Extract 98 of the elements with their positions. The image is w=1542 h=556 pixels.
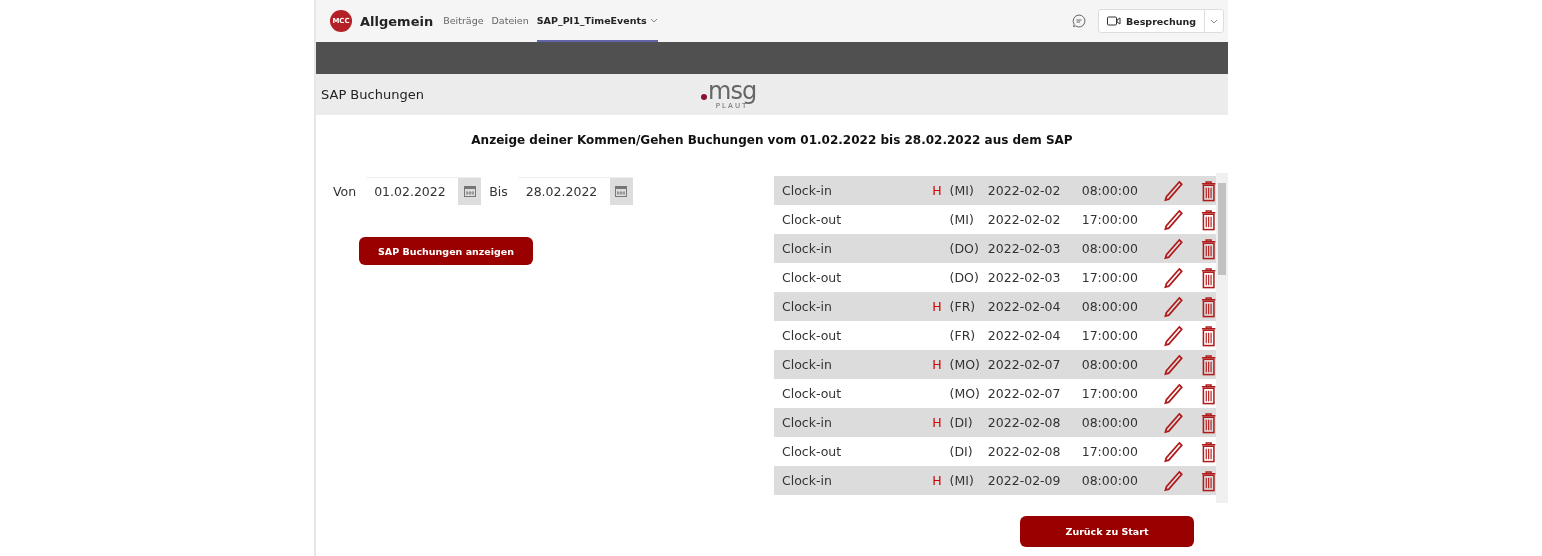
weekday: (DO) <box>949 270 980 285</box>
booking-type: Clock-out <box>781 328 843 343</box>
weekday: (MI) <box>949 212 975 227</box>
booking-type: Clock-in <box>781 357 833 372</box>
pencil-icon[interactable] <box>1163 266 1183 289</box>
trash-icon[interactable] <box>1200 440 1216 463</box>
booking-row[interactable]: Clock-out (MI) 2022-02-02 17:00:00 <box>774 205 1216 234</box>
trash-icon[interactable] <box>1200 411 1216 434</box>
booking-time: 08:00:00 <box>1081 183 1139 198</box>
trash-icon[interactable] <box>1200 179 1216 202</box>
pencil-icon[interactable] <box>1163 179 1183 202</box>
booking-date: 2022-02-02 <box>987 212 1062 227</box>
calendar-icon[interactable] <box>609 178 633 205</box>
trash-icon[interactable] <box>1200 382 1216 405</box>
booking-row[interactable]: Clock-out (MO) 2022-02-07 17:00:00 <box>774 379 1216 408</box>
page-heading: Anzeige deiner Kommen/Gehen Buchungen vom 01.02.2022 bis 28.02.2022 aus dem SAP <box>470 133 1074 147</box>
booking-time: 08:00:00 <box>1081 299 1139 314</box>
trash-icon[interactable] <box>1200 208 1216 231</box>
booking-date: 2022-02-03 <box>987 241 1062 256</box>
pencil-icon[interactable] <box>1163 237 1183 260</box>
weekday: (MO) <box>949 357 981 372</box>
booking-time: 17:00:00 <box>1081 444 1139 459</box>
booking-date: 2022-02-04 <box>987 299 1062 314</box>
pencil-icon[interactable] <box>1163 324 1183 347</box>
trash-icon[interactable] <box>1200 295 1216 318</box>
back-to-start-button[interactable]: Zurück zu Start <box>1020 516 1194 547</box>
booking-time: 08:00:00 <box>1081 415 1139 430</box>
booking-time: 17:00:00 <box>1081 270 1139 285</box>
booking-row[interactable]: Clock-out (FR) 2022-02-04 17:00:00 <box>774 321 1216 350</box>
channel-tab[interactable]: Dateien <box>491 0 529 42</box>
weekday: (DI) <box>949 415 974 430</box>
trash-icon[interactable] <box>1200 353 1216 376</box>
channel-name: Allgemein <box>360 13 434 29</box>
booking-date: 2022-02-07 <box>987 357 1062 372</box>
scrollbar[interactable] <box>1216 173 1228 503</box>
booking-type: Clock-out <box>781 444 843 459</box>
booking-type: Clock-out <box>781 270 843 285</box>
booking-time: 17:00:00 <box>1081 328 1139 343</box>
show-bookings-button[interactable]: SAP Buchungen anzeigen <box>359 237 533 265</box>
pencil-icon[interactable] <box>1163 382 1183 405</box>
holiday-marker: H <box>932 473 942 488</box>
booking-type: Clock-in <box>781 415 833 430</box>
booking-date: 2022-02-09 <box>987 473 1062 488</box>
booking-type: Clock-out <box>781 386 843 401</box>
booking-type: Clock-out <box>781 212 843 227</box>
weekday: (DI) <box>949 444 974 459</box>
booking-type: Clock-in <box>781 183 833 198</box>
holiday-marker: H <box>932 415 942 430</box>
calendar-icon[interactable] <box>458 178 482 205</box>
chat-icon[interactable] <box>1072 14 1086 28</box>
pencil-icon[interactable] <box>1163 440 1183 463</box>
from-label: Von <box>333 183 357 199</box>
weekday: (MO) <box>949 386 981 401</box>
trash-icon[interactable] <box>1200 266 1216 289</box>
booking-row[interactable]: Clock-in (DO) 2022-02-03 08:00:00 <box>774 234 1216 263</box>
meeting-button[interactable]: Besprechung <box>1099 10 1205 32</box>
booking-row[interactable]: Clock-out (DI) 2022-02-08 17:00:00 <box>774 437 1216 466</box>
to-label: Bis <box>489 183 508 199</box>
booking-row[interactable]: Clock-in H (DI) 2022-02-08 08:00:00 <box>774 408 1216 437</box>
booking-time: 17:00:00 <box>1081 212 1139 227</box>
booking-time: 08:00:00 <box>1081 357 1139 372</box>
pencil-icon[interactable] <box>1163 353 1183 376</box>
pencil-icon[interactable] <box>1163 208 1183 231</box>
pencil-icon[interactable] <box>1163 295 1183 318</box>
booking-time: 08:00:00 <box>1081 473 1139 488</box>
booking-date: 2022-02-02 <box>987 183 1062 198</box>
holiday-marker: H <box>932 357 942 372</box>
booking-time: 08:00:00 <box>1081 241 1139 256</box>
holiday-marker: H <box>932 299 942 314</box>
trash-icon[interactable] <box>1200 237 1216 260</box>
weekday: (MI) <box>949 183 975 198</box>
booking-date: 2022-02-04 <box>987 328 1062 343</box>
holiday-marker: H <box>932 183 942 198</box>
booking-date: 2022-02-03 <box>987 270 1062 285</box>
trash-icon[interactable] <box>1200 469 1216 492</box>
booking-date: 2022-02-08 <box>987 415 1062 430</box>
booking-row[interactable]: Clock-in H (MI) 2022-02-02 08:00:00 <box>774 176 1216 205</box>
booking-type: Clock-in <box>781 241 833 256</box>
chevron-down-icon <box>1210 17 1218 25</box>
trash-icon[interactable] <box>1200 324 1216 347</box>
app-title: SAP Buchungen <box>321 87 425 102</box>
channel-tab[interactable]: Beiträge <box>443 0 484 42</box>
weekday: (FR) <box>949 299 977 314</box>
weekday: (FR) <box>949 328 977 343</box>
booking-date: 2022-02-07 <box>987 386 1062 401</box>
pencil-icon[interactable] <box>1163 411 1183 434</box>
booking-row[interactable]: Clock-out (DO) 2022-02-03 17:00:00 <box>774 263 1216 292</box>
booking-row[interactable]: Clock-in H (MO) 2022-02-07 08:00:00 <box>774 350 1216 379</box>
weekday: (MI) <box>949 473 975 488</box>
booking-date: 2022-02-08 <box>987 444 1062 459</box>
video-camera-icon <box>1107 16 1121 26</box>
booking-row[interactable]: Clock-in H (FR) 2022-02-04 08:00:00 <box>774 292 1216 321</box>
booking-row[interactable]: Clock-in H (MI) 2022-02-09 08:00:00 <box>774 466 1216 495</box>
weekday: (DO) <box>949 241 980 256</box>
booking-type: Clock-in <box>781 299 833 314</box>
booking-type: Clock-in <box>781 473 833 488</box>
booking-time: 17:00:00 <box>1081 386 1139 401</box>
pencil-icon[interactable] <box>1163 469 1183 492</box>
